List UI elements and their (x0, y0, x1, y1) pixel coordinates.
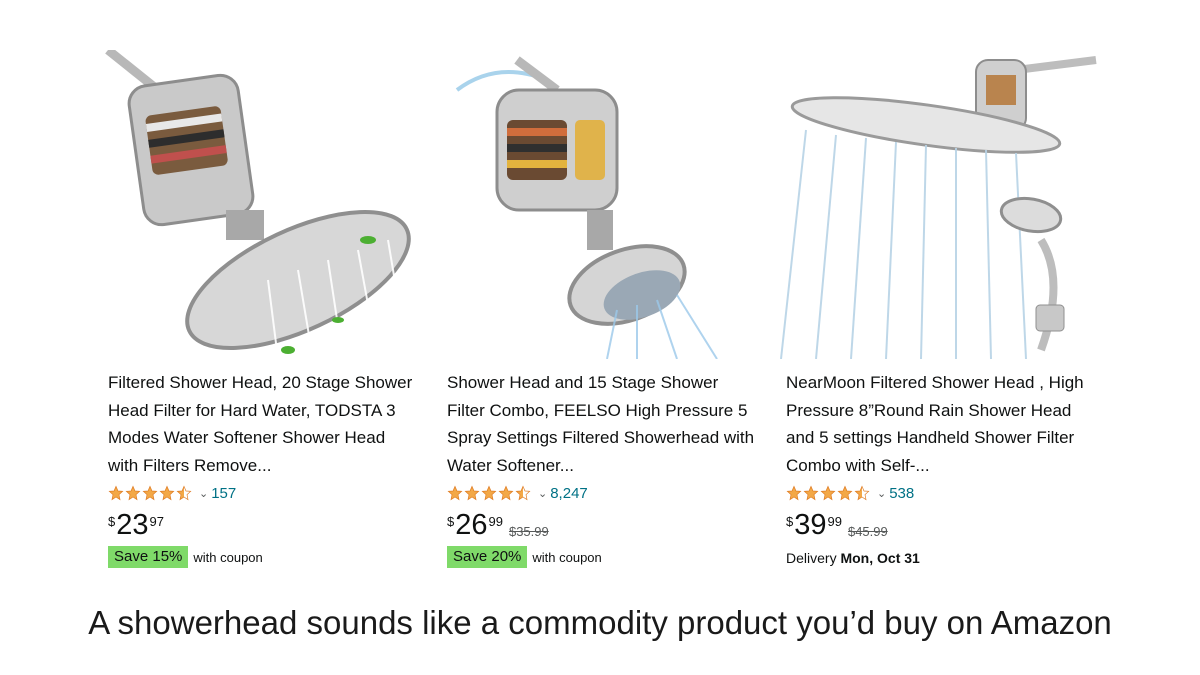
star-full-icon (447, 485, 463, 501)
price-fraction: 99 (827, 514, 842, 529)
delivery-date: Mon, Oct 31 (840, 550, 920, 566)
product-title-1[interactable]: Filtered Shower Head, 20 Stage Shower He… (108, 369, 417, 479)
price-whole: 39 (794, 509, 827, 541)
star-full-icon (464, 485, 480, 501)
star-rating-2[interactable] (447, 485, 532, 501)
review-count-2[interactable]: 8,247 (550, 485, 588, 502)
star-full-icon (786, 485, 802, 501)
price-fraction: 99 (488, 514, 503, 529)
delivery-label: Delivery (786, 550, 837, 566)
product-title-2[interactable]: Shower Head and 15 Stage Shower Filter C… (447, 369, 756, 479)
list-price: $45.99 (847, 524, 888, 539)
star-rating-3[interactable] (786, 485, 871, 501)
coupon-badge[interactable]: Save 20% (447, 546, 528, 568)
price-1: $ 23 97 (108, 510, 417, 542)
review-count-1[interactable]: 157 (211, 485, 236, 502)
price-3: $ 39 99 $45.99 (786, 510, 1095, 542)
star-rating-1[interactable] (108, 485, 193, 501)
star-full-icon (481, 485, 497, 501)
star-full-icon (837, 485, 853, 501)
list-price: $35.99 (508, 524, 549, 539)
price-whole: 26 (455, 509, 488, 541)
price-fraction: 97 (149, 514, 164, 529)
price-currency: $ (786, 514, 794, 529)
delivery-info-3: Delivery Mon, Oct 31 (786, 550, 1095, 566)
coupon-suffix: with coupon (532, 549, 602, 565)
price-currency: $ (108, 514, 116, 529)
product-card-2[interactable]: Shower Head and 15 Stage Shower Filter C… (437, 50, 766, 578)
product-card-1[interactable]: Filtered Shower Head, 20 Stage Shower He… (98, 50, 427, 578)
price-2: $ 26 99 $35.99 (447, 510, 756, 542)
product-image-3[interactable] (776, 50, 1105, 359)
star-full-icon (125, 485, 141, 501)
product-title-3[interactable]: NearMoon Filtered Shower Head , High Pre… (786, 369, 1095, 479)
slide-caption: A showerhead sounds like a commodity pro… (88, 604, 1112, 641)
star-full-icon (803, 485, 819, 501)
star-half-icon (854, 485, 870, 501)
star-full-icon (498, 485, 514, 501)
product-grid: Filtered Shower Head, 20 Stage Shower He… (98, 50, 1106, 578)
coupon-badge[interactable]: Save 15% (108, 546, 189, 568)
coupon-1[interactable]: Save 15% with coupon (108, 546, 417, 568)
star-full-icon (820, 485, 836, 501)
review-count-3[interactable]: 538 (889, 485, 914, 502)
star-full-icon (159, 485, 175, 501)
chevron-down-icon[interactable]: ⌄ (538, 487, 547, 500)
chevron-down-icon[interactable]: ⌄ (199, 487, 208, 500)
chevron-down-icon[interactable]: ⌄ (877, 487, 886, 500)
price-currency: $ (447, 514, 455, 529)
star-full-icon (108, 485, 124, 501)
product-image-2[interactable] (437, 50, 766, 359)
coupon-suffix: with coupon (193, 549, 263, 565)
price-whole: 23 (116, 509, 149, 541)
coupon-2[interactable]: Save 20% with coupon (447, 546, 756, 568)
star-half-icon (176, 485, 192, 501)
product-image-1[interactable] (98, 50, 427, 359)
star-half-icon (515, 485, 531, 501)
product-card-3[interactable]: NearMoon Filtered Shower Head , High Pre… (776, 50, 1105, 578)
star-full-icon (142, 485, 158, 501)
